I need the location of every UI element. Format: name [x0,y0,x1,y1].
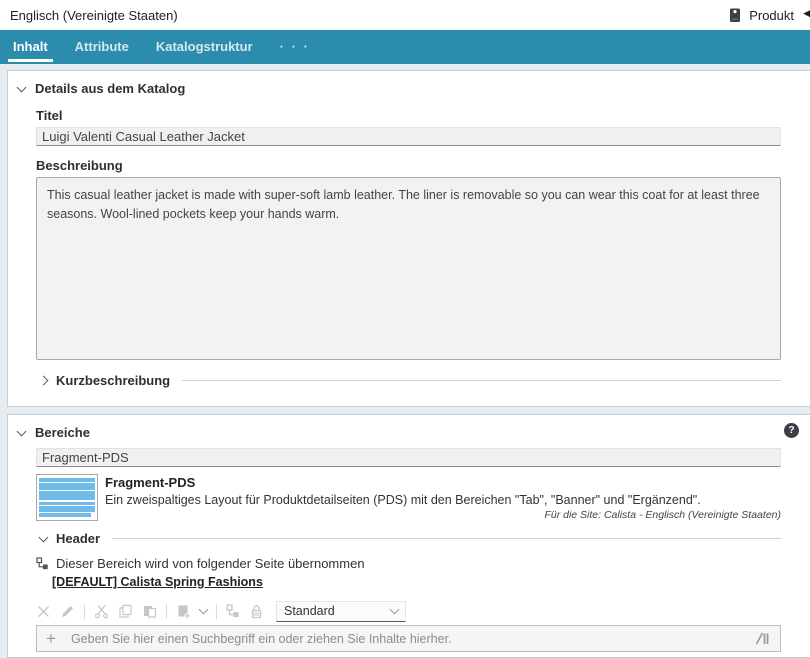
thumbnail-stripe [39,513,91,517]
select-chevron-icon [390,605,400,615]
toolbar-separator [216,604,217,619]
description-label: Beschreibung [36,158,781,173]
inheritance-icon [36,557,49,570]
layout-card-title: Fragment-PDS [105,475,781,490]
inherited-page-link[interactable]: [DEFAULT] Calista Spring Fashions [52,575,263,589]
collapse-panel-arrow-icon[interactable]: ◀ [803,8,810,19]
inherit-note-text: Dieser Bereich wird von folgender Seite … [56,556,365,571]
areas-section-header: Bereiche [18,425,781,440]
top-bar: Englisch (Vereinigte Staaten) Produkt ◀ [0,0,810,30]
inherit-note-row: Dieser Bereich wird von folgender Seite … [36,556,781,571]
expand-chevron-icon[interactable] [39,376,49,386]
short-description-section-header: Kurzbeschreibung [40,373,781,388]
content-search-input[interactable] [69,631,754,647]
copy-icon[interactable] [118,604,133,619]
cut-scissors-icon[interactable] [94,604,109,619]
toolbar-separator [166,604,167,619]
header-section-header: Header [40,531,781,546]
insert-options-chevron-icon[interactable] [199,605,209,615]
language-selector[interactable]: Englisch (Vereinigte Staaten) [10,8,178,23]
thumbnail-stripe [39,491,95,500]
paste-icon[interactable] [142,604,157,619]
content-search-drop-area[interactable]: + [36,625,781,652]
entity-indicator: Produkt [729,8,810,23]
product-tag-icon [729,8,741,23]
remove-icon[interactable] [36,604,51,619]
content-toolbar: Standard [36,600,781,622]
catalog-details-panel: Details aus dem Katalog Titel Beschreibu… [7,70,810,407]
layout-name-field[interactable] [36,448,781,467]
edit-pencil-icon[interactable] [60,604,75,619]
areas-panel: ? Bereiche Fragment-PDS Ein zweispaltige… [7,414,810,658]
page-body: Details aus dem Katalog Titel Beschreibu… [0,64,810,658]
thumbnail-stripe [39,483,95,490]
section-title: Details aus dem Katalog [35,81,185,96]
collapse-chevron-icon[interactable] [17,426,27,436]
help-icon[interactable]: ? [784,423,799,438]
insert-content-icon[interactable] [176,604,191,619]
dynamic-list-icon[interactable] [754,631,771,646]
toolbar-separator [84,604,85,619]
title-input[interactable] [36,127,781,146]
panel-gap [7,407,810,414]
entity-type-label: Produkt [749,8,794,23]
tab-bar: Inhalt Attribute Katalogstruktur · · · [0,30,810,64]
section-title: Bereiche [35,425,90,440]
title-label: Titel [36,108,781,123]
layout-card-body: Fragment-PDS Ein zweispaltiges Layout fü… [105,474,781,521]
thumbnail-stripe [39,478,95,482]
view-mode-selected-value: Standard [284,604,335,618]
tab-overflow-menu[interactable]: · · · [275,30,315,64]
layout-card-site-note: Für die Site: Calista - Englisch (Verein… [105,509,781,521]
layout-card: Fragment-PDS Ein zweispaltiges Layout fü… [36,474,781,521]
inheritance-toggle-icon[interactable] [226,604,240,618]
add-content-plus-icon[interactable]: + [46,630,56,647]
tab-katalogstruktur[interactable]: Katalogstruktur [151,30,258,64]
collapse-chevron-icon[interactable] [17,82,27,92]
lock-icon[interactable] [249,604,264,619]
section-divider [112,538,781,539]
collapse-chevron-icon[interactable] [39,532,49,542]
view-mode-select[interactable]: Standard [276,601,406,622]
tab-attribute[interactable]: Attribute [70,30,134,64]
description-textarea[interactable]: This casual leather jacket is made with … [36,177,781,360]
layout-card-description: Ein zweispaltiges Layout für Produktdeta… [105,493,781,507]
section-divider [182,380,781,381]
catalog-details-section-header: Details aus dem Katalog [18,81,781,96]
thumbnail-stripe [39,506,95,512]
layout-thumbnail [36,474,98,521]
short-description-label: Kurzbeschreibung [56,373,170,388]
header-section-label: Header [56,531,100,546]
tab-inhalt[interactable]: Inhalt [8,30,53,64]
thumbnail-stripe [39,502,95,505]
